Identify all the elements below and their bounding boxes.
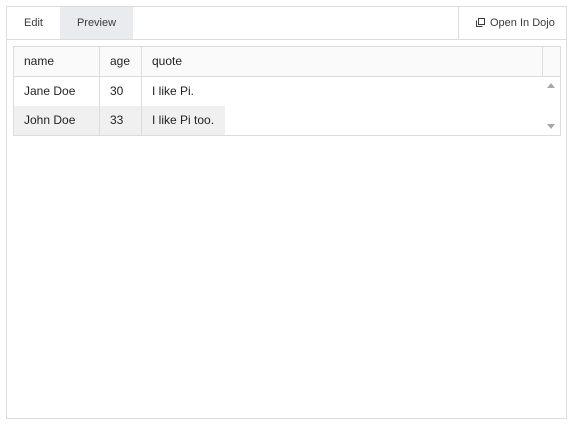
column-header-quote[interactable]: quote [142,47,543,76]
column-header-age[interactable]: age [100,47,142,76]
open-in-dojo-label: Open In Dojo [490,17,555,29]
cell-name[interactable]: John Doe [14,106,100,135]
tab-edit[interactable]: Edit [7,7,60,39]
header-scroll-spacer [543,47,560,76]
scroll-up-arrow-icon[interactable] [547,83,555,88]
table-row[interactable]: John Doe 33 I like Pi too. [14,106,543,135]
cell-age[interactable]: 33 [100,106,142,135]
grid-body: Jane Doe 30 I like Pi. John Doe 33 I lik… [14,77,543,135]
cell-quote[interactable]: I like Pi. [142,77,205,106]
data-grid: name age quote Jane Doe 30 I like Pi. Jo… [13,46,561,136]
column-header-name[interactable]: name [14,47,100,76]
external-window-icon [476,18,485,27]
dojo-embed-frame: Edit Preview Open In Dojo name age quote… [6,6,567,419]
table-row[interactable]: Jane Doe 30 I like Pi. [14,77,543,106]
toolbar: Edit Preview Open In Dojo [7,7,566,40]
scroll-down-arrow-icon[interactable] [547,124,555,129]
grid-header: name age quote [14,47,560,77]
tab-preview[interactable]: Preview [60,7,133,39]
cell-age[interactable]: 30 [100,77,142,106]
open-in-dojo-button[interactable]: Open In Dojo [458,7,566,39]
cell-quote[interactable]: I like Pi too. [142,106,226,135]
vertical-scrollbar[interactable] [543,77,560,135]
cell-name[interactable]: Jane Doe [14,77,100,106]
